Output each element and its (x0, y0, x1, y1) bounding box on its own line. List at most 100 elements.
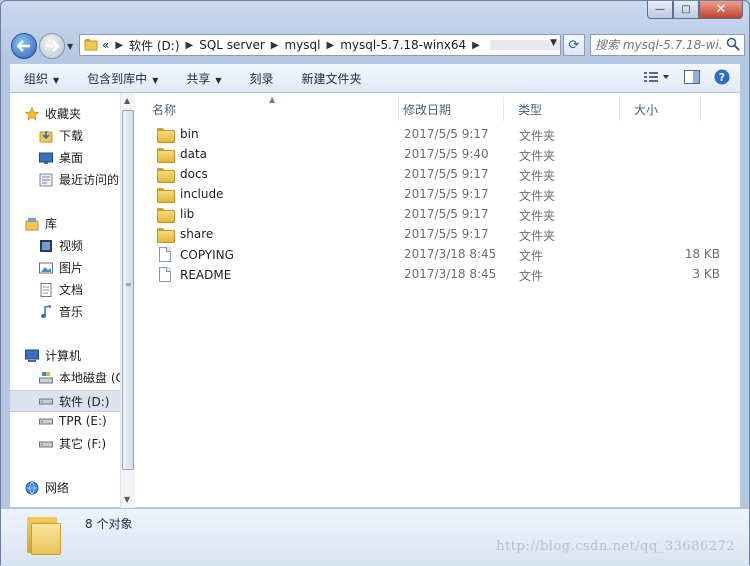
column-header-name[interactable]: ▲ 名称 (137, 95, 399, 121)
file-name: data (180, 147, 208, 161)
organize-menu[interactable]: 组织 ▼ (10, 70, 73, 87)
navigation-row: ▼ « ▶ 软件 (D:) ▶ SQL server ▶ mysql ▶ mys… (7, 29, 745, 61)
back-button[interactable] (11, 33, 37, 59)
breadcrumb-drive[interactable]: 软件 (D:) (129, 37, 179, 54)
recent-places-icon (38, 172, 54, 188)
breadcrumb-mysql-winx64[interactable]: mysql-5.7.18-winx64 (340, 38, 466, 52)
breadcrumb-mysql[interactable]: mysql (284, 38, 320, 52)
refresh-icon: ⟳ (568, 37, 580, 53)
close-button[interactable]: ✕ (699, 1, 743, 19)
folder-icon (84, 37, 98, 54)
search-input[interactable] (595, 38, 723, 52)
chevron-right-icon[interactable]: ▶ (186, 40, 194, 51)
nav-favorites-label: 收藏夹 (45, 107, 82, 121)
file-row[interactable]: share 2017/5/5 9:17 文件夹 (149, 225, 730, 245)
sort-ascending-icon: ▲ (269, 95, 276, 104)
nav-drive-d-label: 软件 (D:) (59, 394, 110, 409)
view-options-button[interactable] (644, 71, 670, 86)
navigation-pane: 收藏夹 下载 桌面 最近访问的 库 视频 图片 文档 音乐 计算机 本地磁盘 (… (10, 93, 122, 508)
help-button[interactable]: ? (714, 69, 730, 88)
close-icon: ✕ (715, 2, 727, 17)
burn-button[interactable]: 刻录 (236, 70, 288, 87)
file-modified: 2017/3/18 8:45 (404, 267, 497, 281)
navigation-scrollbar[interactable]: ▲ ≡ ▼ (120, 93, 135, 508)
nav-libraries[interactable]: 库 (24, 215, 57, 232)
minimize-button[interactable]: — (647, 1, 673, 19)
file-name-cell: include (157, 187, 223, 203)
nav-pictures[interactable]: 图片 (38, 259, 83, 276)
chevron-right-icon[interactable]: ▶ (115, 40, 123, 51)
preview-pane-button[interactable] (684, 69, 700, 87)
file-row[interactable]: docs 2017/5/5 9:17 文件夹 (149, 165, 730, 185)
search-box[interactable] (590, 34, 745, 56)
chevron-right-icon[interactable]: ▶ (271, 40, 279, 51)
file-icon (159, 247, 171, 262)
file-type: 文件 (519, 249, 544, 263)
folder-icon (157, 227, 175, 243)
address-dropdown-icon[interactable]: ▼ (550, 38, 557, 48)
scroll-thumb[interactable] (122, 110, 134, 470)
share-menu[interactable]: 共享 ▼ (172, 70, 235, 87)
folder-icon (157, 127, 175, 143)
forward-button[interactable] (39, 33, 65, 59)
scroll-down-icon[interactable]: ▼ (124, 495, 130, 504)
overflow-chevron-icon[interactable]: « (102, 38, 109, 52)
file-type: 文件夹 (519, 229, 556, 243)
downloads-folder-icon (38, 128, 54, 144)
column-header-type[interactable]: 类型 (503, 97, 620, 121)
file-modified: 2017/5/5 9:40 (404, 147, 489, 161)
nav-videos[interactable]: 视频 (38, 237, 83, 254)
file-name: bin (180, 127, 199, 141)
address-bar[interactable]: « ▶ 软件 (D:) ▶ SQL server ▶ mysql ▶ mysql… (79, 34, 561, 56)
column-header-modified[interactable]: 修改日期 (388, 97, 504, 121)
nav-desktop-label: 桌面 (59, 151, 84, 165)
history-dropdown-icon[interactable]: ▼ (67, 42, 73, 51)
file-name-cell: README (157, 267, 231, 282)
file-row[interactable]: data 2017/5/5 9:40 文件夹 (149, 145, 730, 165)
file-row[interactable]: COPYING 2017/3/18 8:45 文件 18 KB (149, 245, 730, 265)
maximize-button[interactable]: □ (673, 1, 699, 19)
file-name: lib (180, 207, 195, 221)
organize-label: 组织 (24, 71, 49, 86)
list-view-icon (644, 71, 669, 82)
nav-desktop[interactable]: 桌面 (38, 149, 83, 166)
chevron-right-icon[interactable]: ▶ (472, 40, 480, 51)
nav-drive-e[interactable]: TPR (E:) (38, 413, 107, 429)
file-row[interactable]: lib 2017/5/5 9:17 文件夹 (149, 205, 730, 225)
nav-recent[interactable]: 最近访问的 (38, 171, 119, 188)
breadcrumb-sql-server[interactable]: SQL server (199, 38, 265, 52)
dropdown-icon: ▼ (152, 75, 159, 85)
nav-favorites[interactable]: 收藏夹 (24, 105, 81, 122)
new-folder-button[interactable]: 新建文件夹 (288, 70, 376, 87)
file-row[interactable]: README 2017/3/18 8:45 文件 3 KB (149, 265, 730, 285)
nav-documents[interactable]: 文档 (38, 281, 83, 298)
nav-drive-f[interactable]: 其它 (F:) (38, 435, 106, 452)
nav-drive-d[interactable]: 软件 (D:) (10, 390, 120, 412)
drive-icon (38, 436, 54, 452)
nav-downloads[interactable]: 下载 (38, 127, 83, 144)
nav-drive-e-label: TPR (E:) (59, 414, 107, 428)
include-in-library-label: 包含到库中 (87, 71, 148, 86)
nav-videos-label: 视频 (59, 239, 84, 253)
column-header-size[interactable]: 大小 (619, 97, 701, 121)
include-in-library-menu[interactable]: 包含到库中 ▼ (73, 70, 172, 87)
nav-libraries-label: 库 (45, 217, 58, 231)
file-row[interactable]: include 2017/5/5 9:17 文件夹 (149, 185, 730, 205)
scroll-up-icon[interactable]: ▲ (124, 96, 130, 105)
document-icon (38, 282, 54, 298)
chevron-right-icon[interactable]: ▶ (326, 40, 334, 51)
nav-computer[interactable]: 计算机 (24, 347, 81, 364)
drive-icon (38, 413, 54, 429)
file-row[interactable]: bin 2017/5/5 9:17 文件夹 (149, 125, 730, 145)
nav-music[interactable]: 音乐 (38, 303, 83, 320)
nav-local-disk-c[interactable]: 本地磁盘 (C (38, 369, 122, 386)
share-label: 共享 (186, 71, 211, 86)
refresh-button[interactable]: ⟳ (563, 34, 585, 56)
file-type: 文件夹 (519, 209, 556, 223)
content-area: 收藏夹 下载 桌面 最近访问的 库 视频 图片 文档 音乐 计算机 本地磁盘 (… (9, 93, 741, 508)
folder-icon (157, 207, 175, 223)
file-name-cell: COPYING (157, 247, 234, 262)
nav-network[interactable]: 网络 (24, 479, 69, 496)
help-icon: ? (714, 69, 730, 84)
nav-local-disk-label: 本地磁盘 (C (59, 371, 122, 385)
